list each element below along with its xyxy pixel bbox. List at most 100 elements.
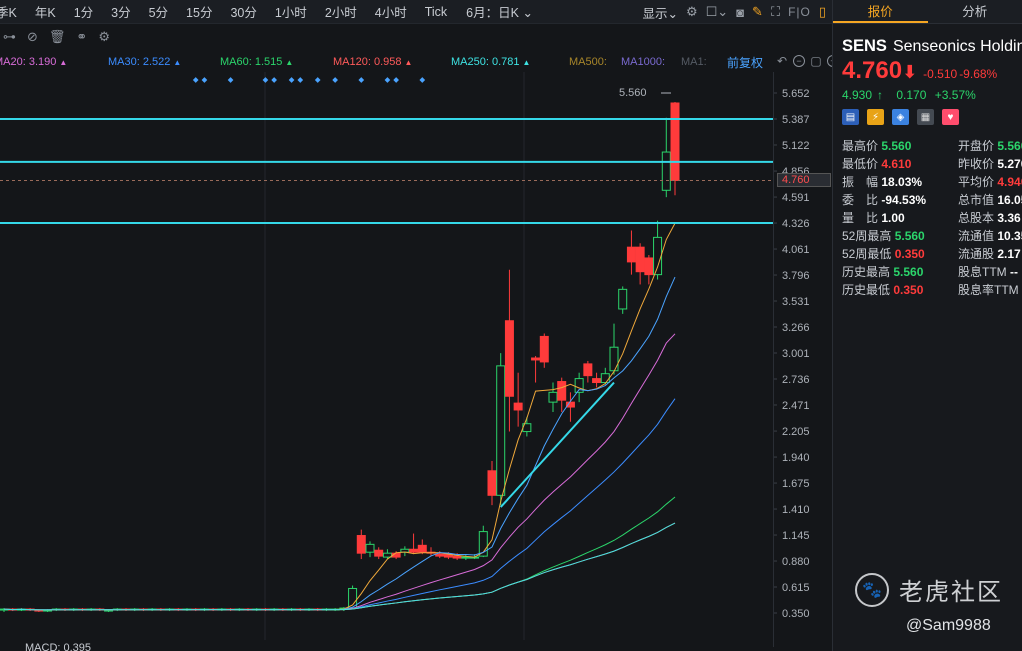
- settings-icon[interactable]: ⚙: [686, 4, 698, 20]
- candle-body: [461, 556, 471, 559]
- pencil-icon[interactable]: ✎: [752, 4, 763, 20]
- tag-icon[interactable]: ◈: [892, 109, 909, 125]
- document-icon[interactable]: ▦: [917, 109, 934, 125]
- camera-icon[interactable]: ◙: [736, 5, 744, 20]
- tab-analysis[interactable]: 分析: [928, 0, 1022, 23]
- gear-icon[interactable]: ⚙: [98, 29, 110, 45]
- stat-left: 历史最低 0.350: [842, 281, 958, 299]
- stats-row: 最高价 5.560开盘价 5.560: [842, 137, 1022, 155]
- event-marker: [297, 77, 304, 83]
- undo-icon[interactable]: ↶: [776, 54, 788, 68]
- link-icon[interactable]: ⚭: [76, 29, 87, 45]
- period-1min[interactable]: 1分: [65, 2, 102, 21]
- candle-body: [356, 535, 366, 554]
- watermark-user: @Sam9988: [906, 617, 991, 634]
- square-icon[interactable]: ☐⌄: [706, 4, 729, 20]
- stat-left: 52周最高 5.560: [842, 227, 958, 245]
- stat-left: 振 幅 18.03%: [842, 173, 958, 191]
- panel-tabs: 报价 分析: [833, 0, 1022, 24]
- ma500-label[interactable]: MA500:: [569, 56, 607, 68]
- stat-right: 开盘价 5.560: [958, 137, 1022, 155]
- ma30-label[interactable]: MA30: 2.522 ▲: [108, 56, 181, 68]
- event-marker: [262, 77, 269, 83]
- y-axis-label: 1.145: [782, 530, 810, 542]
- stat-label: 开盘价: [958, 139, 995, 153]
- display-dropdown[interactable]: 显示⌄: [642, 3, 678, 22]
- stats-row: 量 比 1.00 总股本 3.36: [842, 209, 1022, 227]
- ma30-line: [3, 398, 676, 611]
- y-axis-label: 4.591: [782, 192, 810, 204]
- period-2h[interactable]: 2小时: [316, 2, 366, 21]
- period-5min[interactable]: 5分: [140, 2, 177, 21]
- stat-value: 10.35: [997, 229, 1022, 243]
- macd-label: MACD: 0.395: [25, 642, 92, 651]
- lightning-icon[interactable]: ⚡: [867, 109, 884, 125]
- period-15min[interactable]: 15分: [177, 2, 221, 21]
- event-marker: [192, 77, 199, 83]
- candle-body: [417, 544, 427, 553]
- period-year[interactable]: 年K: [26, 2, 65, 21]
- tab-quote[interactable]: 报价: [833, 0, 928, 23]
- stat-value: 2.17: [997, 247, 1021, 261]
- panel-toggle-icon[interactable]: ▯: [819, 4, 826, 20]
- stats-row: 最低价 4.610昨收价 5.270: [842, 155, 1022, 173]
- candle-body: [670, 102, 680, 181]
- trash-icon[interactable]: 🗑: [49, 29, 66, 45]
- arrow-down-icon: ⬇: [902, 62, 918, 82]
- drawing-icon[interactable]: ⊶: [3, 29, 16, 45]
- range-dropdown[interactable]: 6月：日K ⌄: [456, 2, 542, 21]
- reset-icon[interactable]: ▢: [810, 54, 822, 68]
- candlestick-chart[interactable]: 5.6525.3875.1224.8564.5914.3264.0613.796…: [0, 72, 832, 647]
- ma60-label[interactable]: MA60: 1.515 ▲: [220, 56, 293, 68]
- stat-value: 16.05: [997, 193, 1022, 207]
- stats-row: 历史最低 0.350股息率TTM --: [842, 281, 1022, 299]
- stat-value: 5.270: [997, 157, 1022, 171]
- event-marker: [384, 77, 391, 83]
- tools-toolbar: ⊶ ⊘ 🗑 ⚭ ⚙: [0, 26, 832, 48]
- candle-body: [653, 236, 663, 276]
- period-1h[interactable]: 1小时: [266, 2, 316, 21]
- ma20-label[interactable]: MA20: 3.190 ▲: [0, 56, 67, 68]
- hide-icon[interactable]: ⊘: [27, 29, 38, 45]
- period-4h[interactable]: 4小时: [366, 2, 416, 21]
- period-tick[interactable]: Tick: [416, 5, 456, 19]
- period-3min[interactable]: 3分: [102, 2, 139, 21]
- event-marker: [358, 77, 365, 83]
- period-30min[interactable]: 30分: [221, 2, 265, 21]
- stat-value: 3.36: [997, 211, 1021, 225]
- period-quarter[interactable]: 季K: [0, 2, 26, 21]
- event-marker: [393, 77, 399, 83]
- stat-value: 5.560: [881, 139, 912, 153]
- stats-row: 52周最低 0.350 流通股 2.17: [842, 245, 1022, 263]
- y-axis-label: 2.205: [782, 426, 810, 438]
- y-axis-label: 3.001: [782, 348, 810, 360]
- ma120-label[interactable]: MA120: 0.958 ▲: [333, 56, 412, 68]
- stat-value: 1.00: [881, 211, 905, 225]
- zoom-out-icon[interactable]: −: [793, 55, 805, 67]
- triangle-up-icon: ▲: [59, 58, 68, 67]
- after-hours-change: 0.170: [896, 88, 927, 102]
- heart-icon[interactable]: ♥: [942, 109, 959, 125]
- stat-label: 52周最高: [842, 229, 892, 243]
- candle-body: [435, 553, 445, 557]
- stat-label: 总股本: [958, 211, 995, 225]
- chevron-down-icon: ⌄: [522, 6, 533, 20]
- stats-row: 振 幅 18.03%平均价 4.940: [842, 173, 1022, 191]
- stat-left: 52周最低 0.350: [842, 245, 958, 263]
- quote-panel: 报价 分析 SENS Senseonics Holdings 4.760 ⬇ -0…: [832, 0, 1022, 651]
- ma20-line: [3, 333, 676, 611]
- ma250-label[interactable]: MA250: 0.781 ▲: [451, 56, 530, 68]
- y-axis-label: 3.266: [782, 322, 810, 334]
- ma30-text: MA30: 2.522: [108, 56, 171, 68]
- fio-label[interactable]: F|O: [788, 5, 811, 19]
- stat-label: 流通值: [958, 229, 995, 243]
- ticker-symbol: SENS: [842, 37, 887, 55]
- candle-body: [504, 320, 514, 397]
- fullscreen-icon[interactable]: ⛶: [771, 4, 780, 20]
- ma1000-label[interactable]: MA1000:: [621, 56, 665, 68]
- adjust-mode-button[interactable]: 前复权: [727, 54, 763, 71]
- high-marker-label: 5.560: [619, 87, 647, 99]
- candle-body: [592, 378, 602, 384]
- ma1-label[interactable]: MA1:: [681, 56, 707, 68]
- triangle-up-icon: ▲: [285, 58, 294, 67]
